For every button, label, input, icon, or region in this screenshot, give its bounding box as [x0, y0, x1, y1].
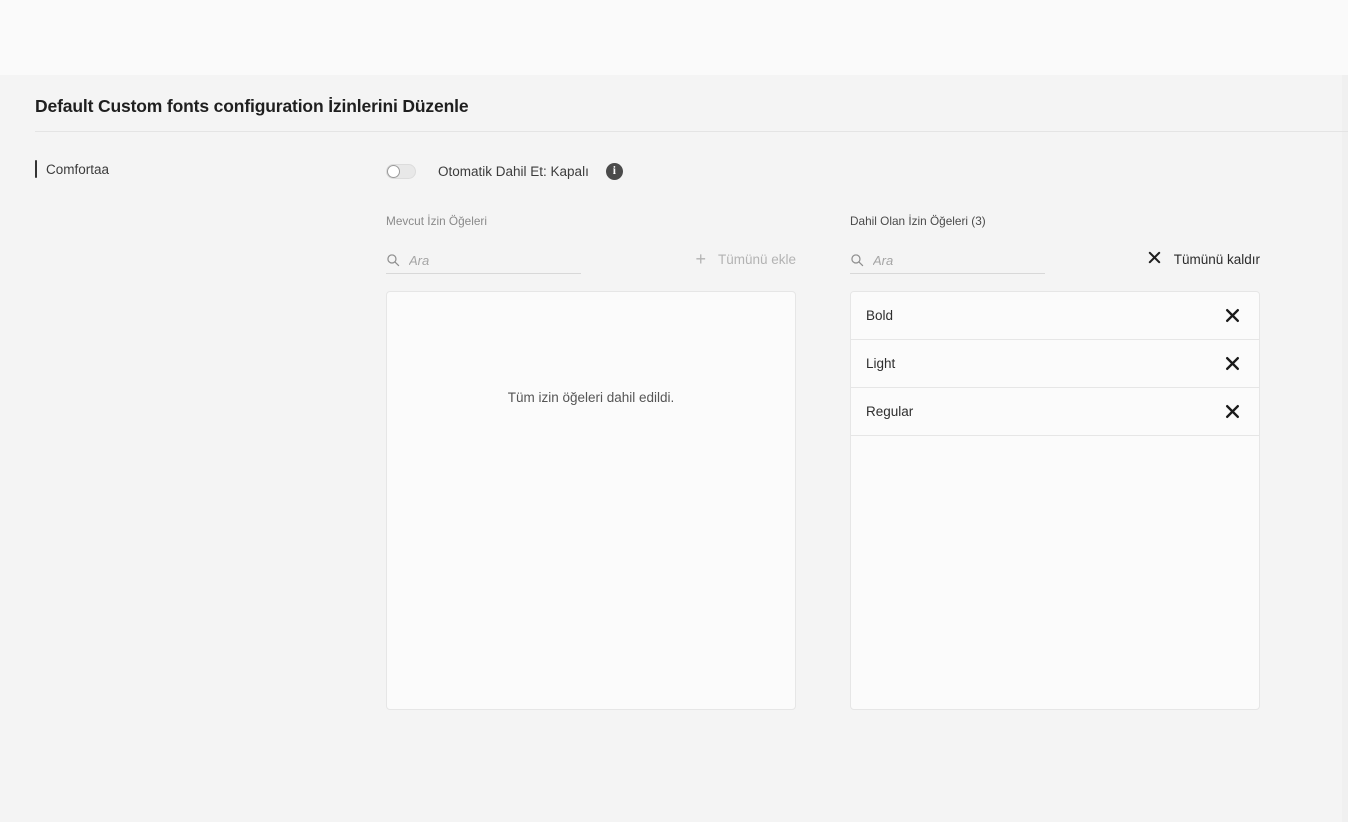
included-items-header: Dahil Olan İzin Öğeleri (3) [850, 214, 986, 228]
remove-all-label: Tümünü kaldır [1173, 252, 1260, 267]
available-items-column: Mevcut İzin Öğeleri + Tümünü ekle Tüm iz… [386, 214, 796, 710]
auto-include-toggle[interactable] [386, 164, 416, 179]
included-search-input[interactable] [873, 252, 1023, 268]
available-items-panel: Tüm izin öğeleri dahil edildi. [386, 291, 796, 710]
available-search-input[interactable] [409, 252, 559, 268]
included-items-column: Dahil Olan İzin Öğeleri (3) Tümünü kaldı… [850, 214, 1260, 710]
list-item[interactable]: Light [851, 340, 1259, 388]
toggle-knob [387, 165, 400, 178]
available-items-empty-message: Tüm izin öğeleri dahil edildi. [507, 390, 675, 405]
available-items-header: Mevcut İzin Öğeleri [386, 214, 487, 228]
remove-all-button[interactable]: Tümünü kaldır [1147, 247, 1260, 269]
page-right-edge [1342, 75, 1348, 822]
available-search-box[interactable] [386, 247, 581, 274]
auto-include-row: Otomatik Dahil Et: Kapalı i [386, 163, 623, 180]
info-icon[interactable]: i [605, 163, 623, 180]
remove-item-button[interactable] [1220, 305, 1245, 326]
search-icon [386, 253, 400, 267]
remove-item-button[interactable] [1220, 353, 1245, 374]
included-search-box[interactable] [850, 247, 1045, 274]
add-all-label: Tümünü ekle [717, 251, 796, 267]
available-search-row: + Tümünü ekle [386, 247, 796, 277]
included-items-panel: Bold Light Regular [850, 291, 1260, 710]
plus-icon: + [695, 249, 706, 269]
included-search-row: Tümünü kaldır [850, 247, 1260, 277]
list-item-label: Regular [866, 404, 914, 419]
list-item[interactable]: Regular [851, 388, 1259, 436]
add-all-button[interactable]: + Tümünü ekle [695, 247, 796, 268]
font-entry-label: Comfortaa [46, 161, 110, 177]
remove-item-button[interactable] [1220, 401, 1245, 422]
list-item-label: Light [866, 356, 896, 371]
auto-include-label: Otomatik Dahil Et: Kapalı [438, 164, 589, 179]
browser-top-strip [0, 0, 1348, 75]
close-icon [1224, 355, 1241, 372]
close-icon [1147, 250, 1162, 269]
font-entry: Comfortaa [35, 160, 109, 178]
close-icon [1224, 307, 1241, 324]
search-icon [850, 253, 864, 267]
close-icon [1224, 403, 1241, 420]
list-item-label: Bold [866, 308, 894, 323]
font-entry-marker [35, 160, 37, 178]
page-title: Default Custom fonts configuration İzinl… [35, 96, 469, 116]
title-divider [35, 131, 1348, 132]
list-item[interactable]: Bold [851, 292, 1259, 340]
